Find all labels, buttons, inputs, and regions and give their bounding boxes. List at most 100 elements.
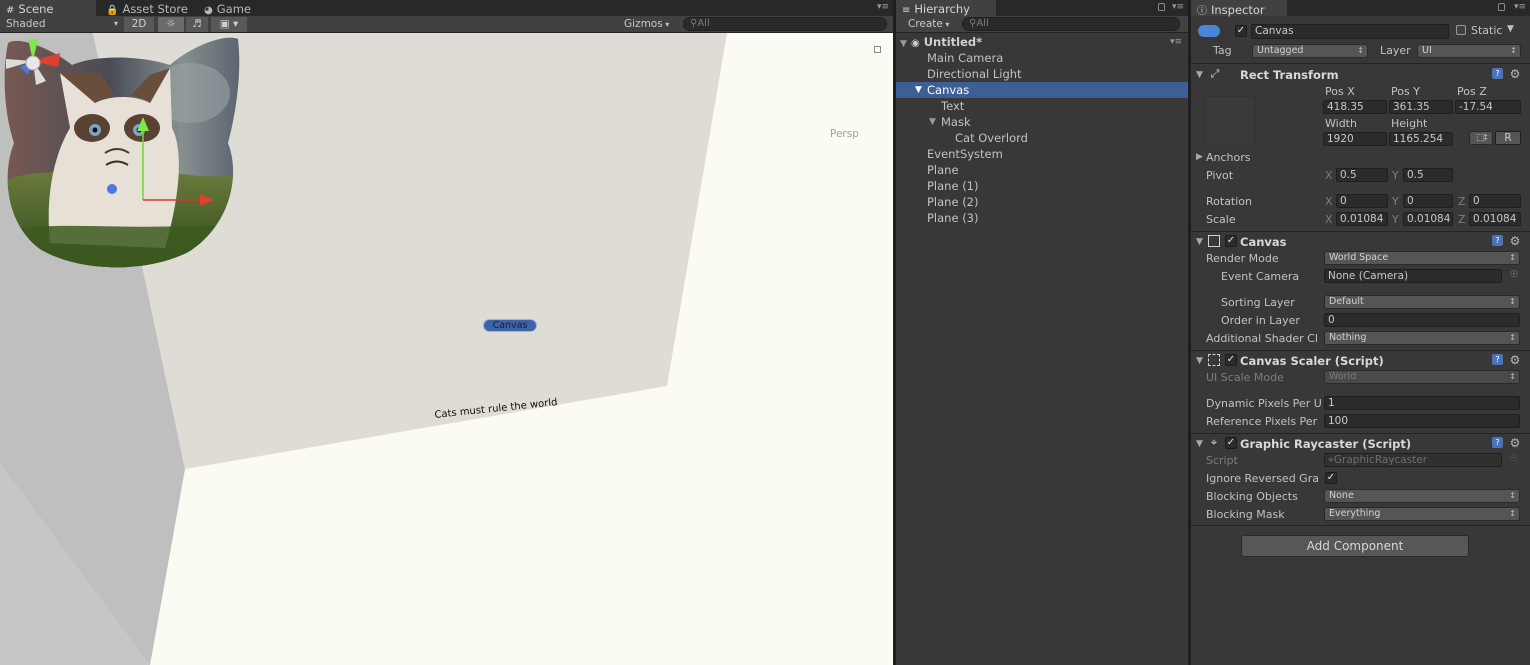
image-icon: ▣ ▾ (219, 18, 239, 30)
hierarchy-item[interactable]: Main Camera (896, 50, 1188, 66)
list-icon: ≡ (902, 5, 911, 16)
object-name-field[interactable]: Canvas (1251, 24, 1449, 39)
shader-channels-dropdown[interactable]: Nothing (1324, 331, 1520, 345)
tab-menu-icon[interactable]: ▾≡ (877, 2, 889, 12)
lock-icon[interactable] (1158, 3, 1165, 11)
static-dropdown-icon[interactable]: ▼ (1507, 24, 1514, 34)
scale-x-field[interactable]: 0.01084 (1336, 212, 1388, 226)
pos-z-field[interactable]: -17.54 (1455, 100, 1521, 114)
render-mode-dropdown[interactable]: World Space (1324, 251, 1520, 265)
tab-hierarchy[interactable]: ≡ Hierarchy (896, 0, 996, 16)
anchors-label[interactable]: Anchors (1206, 151, 1251, 164)
foldout-arrow-icon[interactable]: ▼ (1196, 70, 1203, 80)
hierarchy-item[interactable]: Plane (3) (896, 210, 1188, 226)
help-icon[interactable]: ? (1492, 235, 1503, 246)
shading-mode-dropdown[interactable]: Shaded ▾ (6, 17, 120, 31)
hierarchy-item[interactable]: Directional Light (896, 66, 1188, 82)
tab-inspector[interactable]: ⓘ Inspector (1191, 0, 1287, 17)
audio-toggle[interactable]: ♬ (186, 17, 208, 32)
blocking-objects-dropdown[interactable]: None (1324, 489, 1520, 503)
tab-scene[interactable]: # Scene (0, 0, 96, 16)
create-dropdown[interactable]: Create ▾ (908, 17, 960, 31)
gear-icon[interactable]: ⚙ (1509, 354, 1521, 366)
pivot-x-field[interactable]: 0.5 (1336, 168, 1388, 182)
gear-icon[interactable]: ⚙ (1509, 235, 1521, 247)
help-icon[interactable]: ? (1492, 354, 1503, 365)
projection-label[interactable]: Persp (830, 128, 859, 140)
pos-x-field[interactable]: 418.35 (1323, 100, 1387, 114)
event-camera-field[interactable]: None (Camera) (1324, 269, 1502, 283)
gear-icon[interactable]: ⚙ (1509, 437, 1521, 449)
blocking-mask-dropdown[interactable]: Everything (1324, 507, 1520, 521)
raw-edit-button[interactable]: R (1495, 131, 1521, 145)
foldout-arrow-icon[interactable]: ▼ (1196, 237, 1203, 247)
blueprint-mode-button[interactable]: ⬚ (1469, 131, 1493, 145)
hierarchy-item[interactable]: Plane (2) (896, 194, 1188, 210)
ignore-reversed-checkbox[interactable]: ✓ (1325, 472, 1337, 484)
render-mode-label: Render Mode (1206, 252, 1279, 265)
hierarchy-item-selected[interactable]: ▼ Canvas (896, 82, 1188, 98)
scale-z-field[interactable]: 0.01084 (1469, 212, 1521, 226)
tab-menu-icon[interactable]: ▾≡ (1514, 2, 1526, 12)
pos-y-field[interactable]: 361.35 (1389, 100, 1453, 114)
canvas-enabled-checkbox[interactable]: ✓ (1225, 235, 1237, 247)
add-component-button[interactable]: Add Component (1241, 535, 1469, 557)
dynamic-pixels-field[interactable]: 1 (1324, 396, 1520, 410)
foldout-arrow-icon[interactable]: ▶ (1196, 152, 1203, 162)
help-icon[interactable]: ? (1492, 437, 1503, 448)
unity-logo-icon: ◉ (910, 38, 920, 49)
tab-menu-icon[interactable]: ▾≡ (1172, 2, 1184, 12)
gameobject-icon[interactable] (1198, 25, 1220, 37)
separator (1191, 525, 1530, 526)
raycaster-enabled-checkbox[interactable]: ✓ (1225, 437, 1237, 449)
lock-icon[interactable] (1498, 3, 1505, 11)
hierarchy-search-input[interactable]: ⚲All (962, 17, 1180, 31)
object-picker-icon[interactable]: ☉ (1510, 270, 1518, 280)
foldout-arrow-icon[interactable]: ▼ (1196, 439, 1203, 449)
layer-dropdown[interactable]: UI (1417, 44, 1521, 58)
foldout-arrow-icon[interactable]: ▼ (1196, 356, 1203, 366)
hierarchy-item[interactable]: ▼ Mask (896, 114, 1188, 130)
info-icon: ⓘ (1197, 6, 1207, 17)
anchor-presets-button[interactable] (1205, 96, 1255, 146)
pivot-y-field[interactable]: 0.5 (1403, 168, 1453, 182)
height-field[interactable]: 1165.254 (1389, 132, 1453, 146)
rotation-y-field[interactable]: 0 (1403, 194, 1453, 208)
gear-icon[interactable]: ⚙ (1509, 68, 1521, 80)
rotation-x-field[interactable]: 0 (1336, 194, 1388, 208)
hierarchy-item[interactable]: Cat Overlord (896, 130, 1188, 146)
hierarchy-item[interactable]: Plane (896, 162, 1188, 178)
scene-root-item[interactable]: ▼ ◉ Untitled* (900, 35, 982, 49)
hierarchy-item[interactable]: Plane (1) (896, 178, 1188, 194)
separator (1191, 231, 1530, 232)
2d-toggle[interactable]: 2D (124, 17, 154, 32)
canvas-gizmo-label[interactable]: Canvas (483, 319, 537, 332)
canvas-scaler-enabled-checkbox[interactable]: ✓ (1225, 354, 1237, 366)
scene-menu-icon[interactable]: ▾≡ (1170, 37, 1182, 47)
rotation-z-field[interactable]: 0 (1469, 194, 1521, 208)
tab-game[interactable]: ◕ Game (198, 0, 268, 16)
sorting-layer-dropdown[interactable]: Default (1324, 295, 1520, 309)
tab-asset-store[interactable]: 🔒 Asset Store (100, 0, 192, 16)
width-field[interactable]: 1920 (1323, 132, 1387, 146)
expand-arrow-icon[interactable]: ▼ (915, 82, 922, 98)
help-icon[interactable]: ? (1492, 68, 1503, 79)
viewport-lock-icon[interactable] (874, 46, 881, 53)
expand-arrow-icon[interactable]: ▼ (929, 114, 936, 130)
pos-x-label: Pos X (1325, 85, 1355, 98)
active-checkbox[interactable]: ✓ (1235, 25, 1247, 37)
scene-search-input[interactable]: ⚲All (683, 17, 887, 31)
hierarchy-item[interactable]: Text (896, 98, 1188, 114)
hierarchy-item[interactable]: EventSystem (896, 146, 1188, 162)
reference-pixels-field[interactable]: 100 (1324, 414, 1520, 428)
scene-viewport[interactable]: Canvas Cats must rule the world Persp (0, 33, 893, 665)
lighting-toggle[interactable]: ☼ (158, 17, 184, 32)
static-checkbox[interactable] (1456, 25, 1466, 35)
expand-arrow-icon[interactable]: ▼ (900, 39, 907, 49)
order-in-layer-field[interactable]: 0 (1324, 313, 1520, 327)
tag-dropdown[interactable]: Untagged (1252, 44, 1368, 58)
orientation-gizmo[interactable] (0, 33, 66, 95)
gizmos-dropdown[interactable]: Gizmos ▾ (624, 17, 676, 31)
scale-y-field[interactable]: 0.01084 (1403, 212, 1453, 226)
effects-toggle[interactable]: ▣ ▾ (211, 17, 247, 32)
